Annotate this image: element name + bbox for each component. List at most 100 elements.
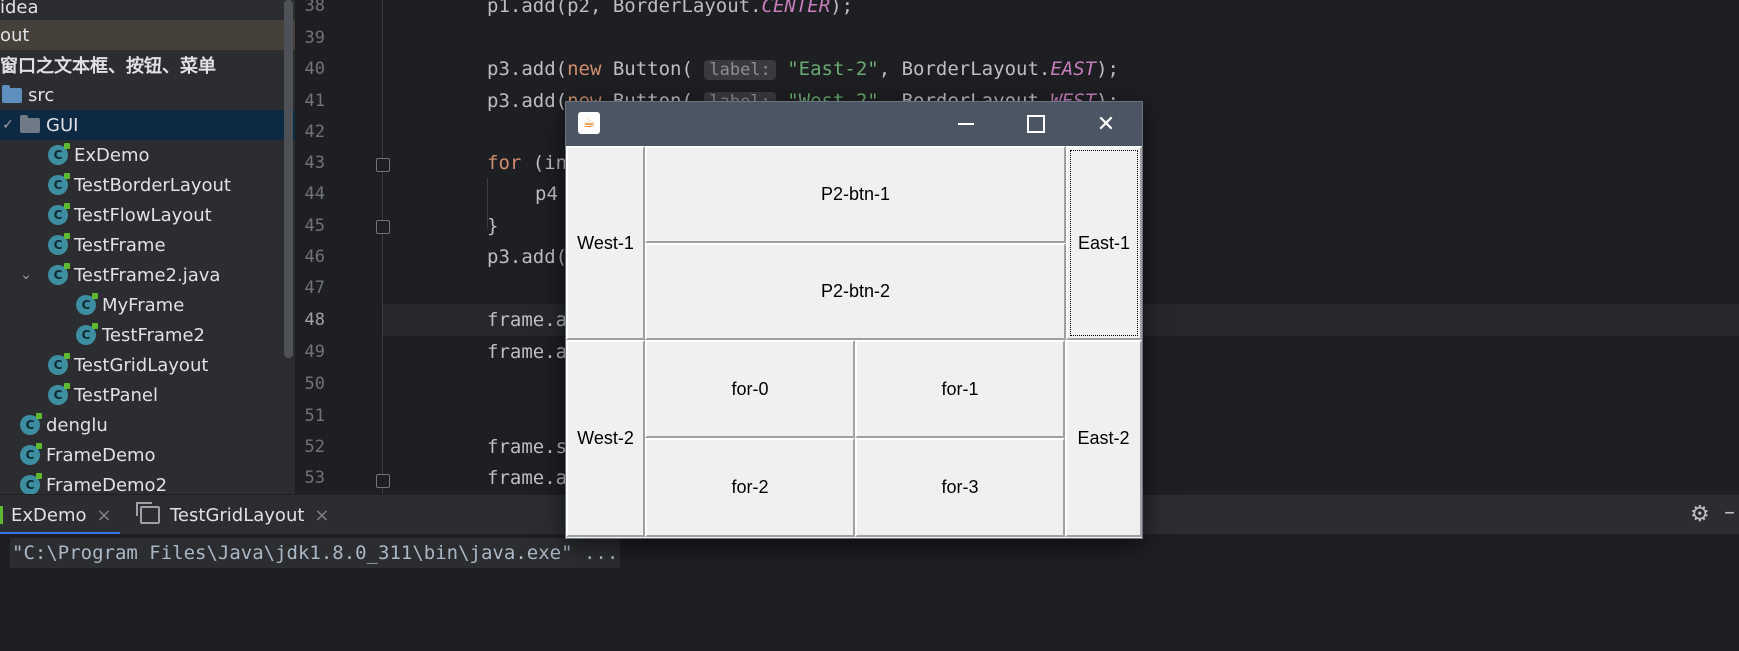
for-1-button[interactable]: for-1	[855, 340, 1065, 438]
minimize-icon	[958, 123, 974, 125]
line-number: 53	[304, 468, 325, 488]
close-button[interactable]: ✕	[1076, 102, 1136, 146]
class-icon: C	[48, 263, 70, 285]
tree-item-out[interactable]: out	[0, 20, 295, 50]
east-2-button[interactable]: East-2	[1065, 340, 1142, 537]
java-icon: ☕	[578, 112, 600, 134]
for-2-button[interactable]: for-2	[645, 438, 855, 537]
gear-icon[interactable]: ⚙	[1690, 502, 1710, 527]
maximize-button[interactable]	[1006, 102, 1066, 146]
tree-item-testgridlayout[interactable]: C TestGridLayout	[0, 350, 295, 380]
tree-item-testframe2[interactable]: C TestFrame2	[0, 320, 295, 350]
line-number: 49	[304, 342, 325, 362]
tree-item-gui[interactable]: ✓ GUI	[0, 110, 295, 140]
class-icon: C	[48, 353, 70, 375]
code-line-43: for (in	[487, 152, 568, 174]
tree-item-label: ExDemo	[74, 144, 150, 166]
window-title-bar[interactable]: ☕ ✕	[566, 102, 1142, 146]
package-icon	[20, 114, 40, 133]
line-number: 44	[304, 184, 325, 204]
tab-exdemo[interactable]: ExDemo ×	[0, 495, 120, 535]
tree-item-exdemo[interactable]: C ExDemo	[0, 140, 295, 170]
code-line-46: p3.add(	[487, 246, 568, 268]
minimize-button[interactable]	[936, 102, 996, 146]
p2-btn-2-button[interactable]: P2-btn-2	[645, 243, 1066, 340]
fold-marker-icon[interactable]	[376, 158, 390, 172]
tree-item-label: denglu	[46, 414, 108, 436]
tree-item-label: FrameDemo	[46, 444, 156, 466]
tree-item-denglu[interactable]: C denglu	[0, 410, 295, 440]
tree-item-framedemo[interactable]: C FrameDemo	[0, 440, 295, 470]
tab-label: TestGridLayout	[170, 504, 305, 526]
tree-item-idea[interactable]: idea	[0, 0, 295, 22]
class-icon: C	[48, 173, 70, 195]
class-icon: C	[20, 443, 42, 465]
folder-icon	[2, 84, 22, 103]
tree-item-framedemo2[interactable]: C FrameDemo2	[0, 470, 295, 494]
maximize-icon	[1027, 115, 1045, 133]
tab-label: ExDemo	[11, 504, 87, 526]
tab-testgridlayout[interactable]: TestGridLayout ×	[136, 495, 330, 535]
line-number: 43	[304, 153, 325, 173]
code-line-38: p1.add(p2, BorderLayout.CENTER);	[487, 0, 854, 17]
p2-btn-1-button[interactable]: P2-btn-1	[645, 146, 1066, 243]
tree-item-label: idea	[0, 0, 39, 18]
west-2-button[interactable]: West-2	[566, 340, 645, 537]
line-number: 50	[304, 374, 325, 394]
east-1-button[interactable]: East-1	[1066, 146, 1142, 340]
class-icon: C	[76, 323, 98, 345]
line-number: 38	[304, 0, 325, 16]
fold-marker-icon[interactable]	[376, 220, 390, 234]
class-icon: C	[48, 233, 70, 255]
line-number: 47	[304, 278, 325, 298]
line-number: 45	[304, 216, 325, 236]
for-0-button[interactable]: for-0	[645, 340, 855, 438]
tree-item-label: TestPanel	[74, 384, 159, 406]
tree-item-label: 窗口之文本框、按钮、菜单	[0, 56, 216, 77]
class-icon: C	[20, 473, 42, 494]
tree-item-label: TestGridLayout	[74, 354, 209, 376]
tree-item-testframe[interactable]: C TestFrame	[0, 230, 295, 260]
chevron-down-icon[interactable]: ⌄	[18, 267, 34, 283]
tree-item-label: MyFrame	[102, 294, 185, 316]
code-line-48: frame.a	[487, 309, 568, 331]
close-icon: ✕	[1096, 111, 1116, 137]
west-1-button[interactable]: West-1	[566, 146, 645, 340]
tree-item-testborderlayout[interactable]: C TestBorderLayout	[0, 170, 295, 200]
minimize-icon[interactable]: –	[1724, 500, 1735, 525]
tree-item-src[interactable]: src	[0, 80, 295, 110]
code-line-45: }	[487, 215, 499, 237]
close-icon[interactable]: ×	[97, 505, 112, 526]
line-number: 52	[304, 437, 325, 457]
run-indicator-icon	[0, 506, 3, 524]
fold-marker-icon[interactable]	[376, 474, 390, 488]
gutter-divider	[382, 0, 383, 494]
line-number: 40	[304, 59, 325, 79]
code-line-52: frame.s	[487, 436, 568, 458]
java-awt-window[interactable]: ☕ ✕ West-1 P2-btn-1 P2-btn-2 East-1 West…	[565, 101, 1143, 539]
chevron-down-icon[interactable]: ✓	[0, 117, 16, 133]
console-command-line: "C:\Program Files\Java\jdk1.8.0_311\bin\…	[10, 538, 621, 568]
class-icon: C	[48, 203, 70, 225]
tree-scrollbar[interactable]	[284, 0, 293, 358]
tree-item-testpanel[interactable]: C TestPanel	[0, 380, 295, 410]
code-line-53: frame.a	[487, 467, 568, 489]
class-icon: C	[48, 143, 70, 165]
close-icon[interactable]: ×	[314, 505, 329, 526]
tree-item-module[interactable]: 窗口之文本框、按钮、菜单	[0, 50, 295, 80]
tree-item-testflowlayout[interactable]: C TestFlowLayout	[0, 200, 295, 230]
tree-item-label: FrameDemo2	[46, 474, 168, 495]
tree-item-label: TestFrame2	[102, 324, 205, 346]
param-hint: label:	[704, 60, 776, 80]
tree-item-label: GUI	[46, 114, 79, 136]
tree-item-testframe2-java[interactable]: ⌄ C TestFrame2.java	[0, 260, 295, 290]
code-line-49: frame.a	[487, 341, 568, 363]
for-3-button[interactable]: for-3	[855, 438, 1065, 537]
class-icon: C	[76, 293, 98, 315]
tree-item-myframe[interactable]: C MyFrame	[0, 290, 295, 320]
tree-item-label: src	[28, 84, 55, 106]
line-number: 41	[304, 91, 325, 111]
line-number: 51	[304, 406, 325, 426]
class-icon: C	[48, 383, 70, 405]
tree-item-label: TestFlowLayout	[74, 204, 212, 226]
